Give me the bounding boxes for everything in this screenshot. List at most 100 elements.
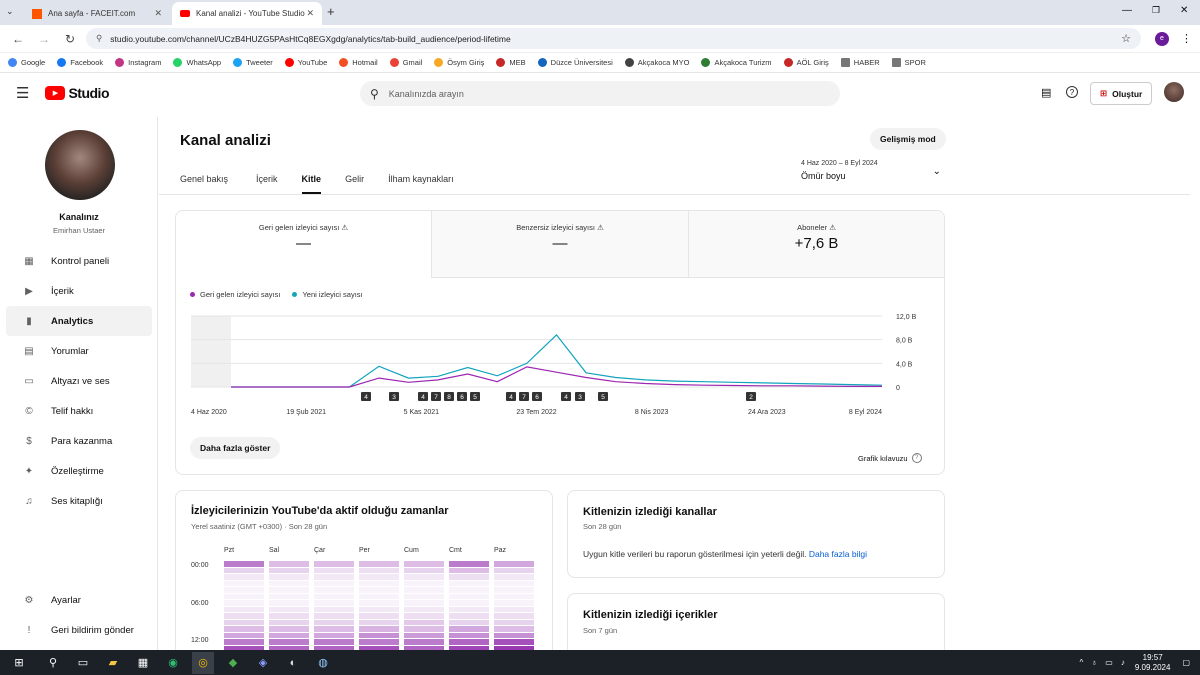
heatmap-cell[interactable]	[359, 561, 399, 567]
heatmap-cell[interactable]	[269, 580, 309, 586]
bookmark-item[interactable]: WhatsApp	[173, 58, 221, 67]
heatmap-cell[interactable]	[269, 593, 309, 599]
bookmark-item[interactable]: Tweeter	[233, 58, 273, 67]
sidebar-item-comments[interactable]: ▤ Yorumlar	[6, 336, 152, 366]
bookmark-item[interactable]: Instagram	[115, 58, 161, 67]
bookmark-item[interactable]: Gmail	[389, 58, 422, 67]
taskbar-search-icon[interactable]: ⚲	[42, 652, 64, 674]
heatmap-cell[interactable]	[269, 613, 309, 619]
url-field[interactable]: ⚲ studio.youtube.com/channel/UCzB4HUZG5P…	[86, 28, 1141, 49]
file-explorer-icon[interactable]: ▰	[102, 652, 124, 674]
sidebar-item-content[interactable]: ▶ İçerik	[6, 276, 152, 306]
maximize-button[interactable]: ❐	[1152, 5, 1160, 16]
heatmap-cell[interactable]	[269, 574, 309, 580]
bookmark-item[interactable]: YouTube	[284, 58, 327, 67]
sidebar-item-analytics[interactable]: ▮ Analytics	[6, 306, 152, 336]
tab-2[interactable]: Kitle	[301, 167, 322, 194]
browser-menu-icon[interactable]: ⋮	[1181, 32, 1192, 45]
bookmark-item[interactable]: Facebook	[57, 58, 103, 67]
heatmap-cell[interactable]	[359, 574, 399, 580]
bookmark-item[interactable]: HABER	[840, 58, 880, 67]
show-more-button[interactable]: Daha fazla göster	[190, 437, 281, 459]
heatmap-cell[interactable]	[449, 574, 489, 580]
heatmap-cell[interactable]	[449, 639, 489, 645]
heatmap-cell[interactable]	[449, 626, 489, 632]
heatmap-cell[interactable]	[494, 587, 534, 593]
close-tab-icon[interactable]: ✕	[154, 8, 162, 19]
heatmap-cell[interactable]	[224, 632, 264, 638]
browser-tab-studio[interactable]: Kanal analizi - YouTube Studio ✕	[172, 2, 322, 25]
search-input[interactable]: ⚲ Kanalınızda arayın	[360, 81, 840, 106]
network-icon[interactable]: ▭	[1105, 658, 1113, 667]
heatmap-cell[interactable]	[314, 619, 354, 625]
legend-item[interactable]: Geri gelen izleyici sayısı	[190, 290, 280, 299]
heatmap-cell[interactable]	[494, 593, 534, 599]
reload-button[interactable]: ↻	[60, 29, 80, 49]
heatmap-cell[interactable]	[404, 606, 444, 612]
bookmark-item[interactable]: Google	[8, 58, 45, 67]
bookmark-item[interactable]: MEB	[496, 58, 526, 67]
volume-icon[interactable]: ♪	[1121, 658, 1125, 667]
heatmap-cell[interactable]	[449, 600, 489, 606]
heatmap-cell[interactable]	[314, 593, 354, 599]
heatmap-cell[interactable]	[449, 580, 489, 586]
heatmap-cell[interactable]	[449, 587, 489, 593]
heatmap-cell[interactable]	[269, 561, 309, 567]
feedback-icon[interactable]: ▤	[1041, 86, 1051, 99]
bookmark-item[interactable]: Ösym Giriş	[434, 58, 484, 67]
heatmap-cell[interactable]	[404, 580, 444, 586]
tab-3[interactable]: Gelir	[345, 167, 364, 194]
heatmap-cell[interactable]	[449, 613, 489, 619]
chart-guide-link[interactable]: Grafik kılavuzu ?	[858, 453, 922, 463]
sidebar-item-dashboard[interactable]: ▦ Kontrol paneli	[6, 246, 152, 276]
heatmap-cell[interactable]	[224, 600, 264, 606]
heatmap-cell[interactable]	[224, 613, 264, 619]
task-view-icon[interactable]: ▭	[72, 652, 94, 674]
account-avatar[interactable]	[1164, 82, 1184, 102]
browser-tab-faceit[interactable]: Ana sayfa - FACEIT.com ✕	[24, 2, 170, 25]
heatmap-cell[interactable]	[449, 567, 489, 573]
sidebar-item-magic-wand[interactable]: ✦ Özelleştirme	[6, 456, 152, 486]
channel-avatar[interactable]	[45, 130, 115, 200]
forward-button[interactable]: →	[34, 29, 54, 49]
heatmap-cell[interactable]	[449, 632, 489, 638]
heatmap-cell[interactable]	[494, 574, 534, 580]
heatmap-cell[interactable]	[404, 567, 444, 573]
notifications-icon[interactable]: ▢	[1182, 658, 1190, 667]
heatmap-cell[interactable]	[359, 567, 399, 573]
heatmap-cell[interactable]	[359, 600, 399, 606]
chrome-icon[interactable]: ◎	[192, 651, 214, 674]
edge-icon[interactable]: ◉	[162, 652, 184, 674]
heatmap-cell[interactable]	[314, 626, 354, 632]
heatmap-cell[interactable]	[494, 632, 534, 638]
app-icon[interactable]: ◐	[282, 652, 304, 674]
heatmap-cell[interactable]	[269, 606, 309, 612]
heatmap-cell[interactable]	[314, 567, 354, 573]
minimize-button[interactable]: —	[1122, 5, 1132, 16]
heatmap-cell[interactable]	[314, 574, 354, 580]
heatmap-cell[interactable]	[404, 574, 444, 580]
sidebar-item-copyright[interactable]: © Telif hakkı	[6, 396, 152, 426]
help-icon[interactable]: ?	[1066, 86, 1078, 98]
discord-icon[interactable]: ◈	[252, 652, 274, 674]
heatmap-cell[interactable]	[314, 632, 354, 638]
close-tab-icon[interactable]: ✕	[306, 8, 314, 19]
heatmap-cell[interactable]	[359, 580, 399, 586]
app-icon[interactable]: ◆	[222, 652, 244, 674]
heatmap-cell[interactable]	[404, 587, 444, 593]
heatmap-cell[interactable]	[224, 574, 264, 580]
bookmark-item[interactable]: AÖL Giriş	[783, 58, 829, 67]
advanced-mode-button[interactable]: Gelişmiş mod	[870, 128, 946, 150]
heatmap-cell[interactable]	[449, 593, 489, 599]
bookmark-item[interactable]: Akçakoca MYO	[624, 58, 689, 67]
heatmap-cell[interactable]	[269, 639, 309, 645]
metric-returning-viewers[interactable]: Geri gelen izleyici sayısı ⚠ —	[176, 211, 432, 278]
heatmap-cell[interactable]	[314, 613, 354, 619]
heatmap-cell[interactable]	[269, 619, 309, 625]
heatmap-cell[interactable]	[404, 626, 444, 632]
new-tab-button[interactable]: +	[327, 4, 335, 19]
heatmap-cell[interactable]	[449, 561, 489, 567]
menu-icon[interactable]: ☰	[16, 84, 29, 102]
calculator-icon[interactable]: ▦	[132, 652, 154, 674]
bookmark-item[interactable]: Akçakoca Turizm	[701, 58, 772, 67]
